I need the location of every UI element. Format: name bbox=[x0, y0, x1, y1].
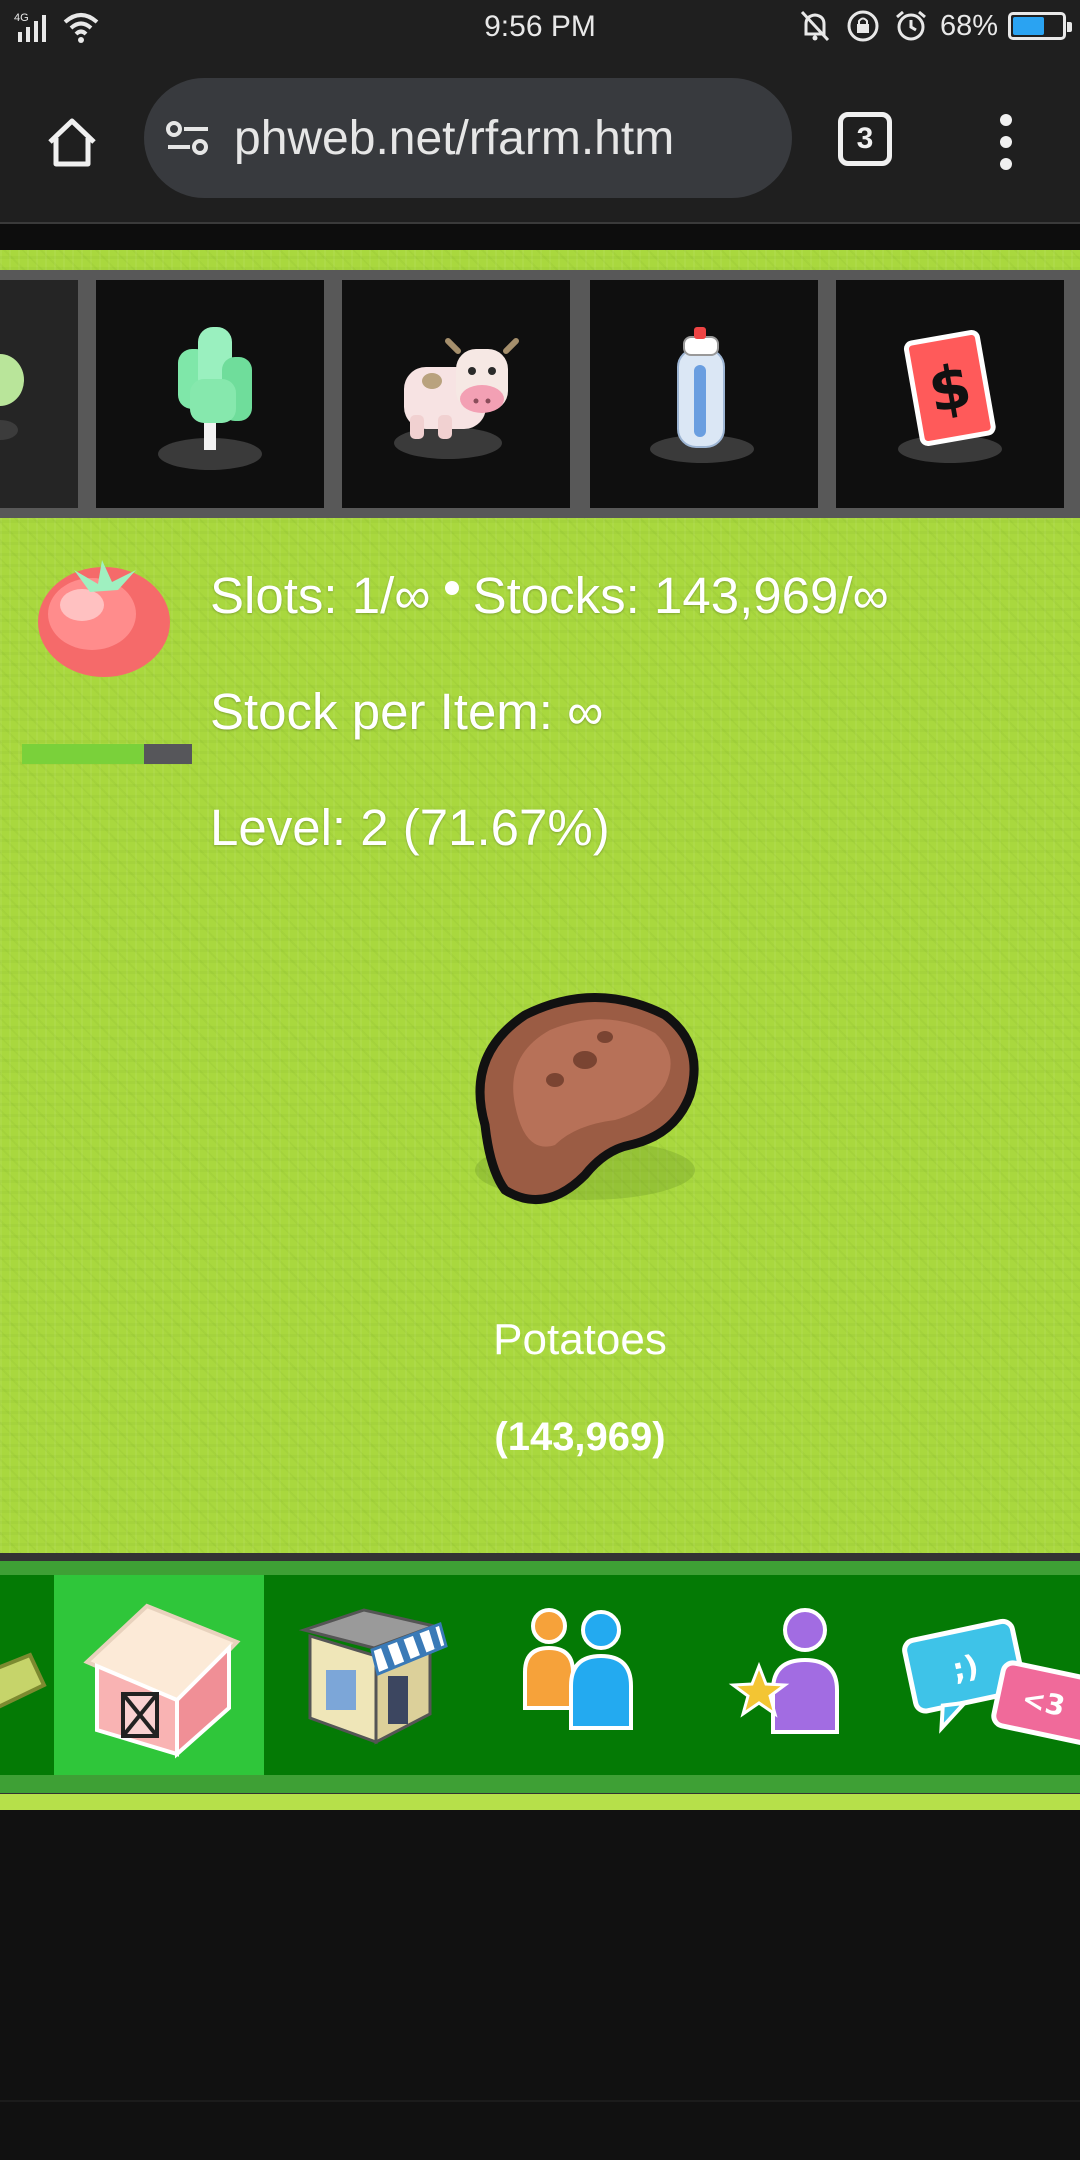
nav-item-map[interactable] bbox=[0, 1575, 54, 1775]
chat-icon: ;) <3 bbox=[902, 1618, 1080, 1746]
stock-per-item-text: Stock per Item: ∞ bbox=[210, 683, 604, 740]
friends-icon bbox=[523, 1608, 633, 1730]
barn-icon bbox=[83, 1603, 241, 1759]
status-right: 68% bbox=[796, 8, 1072, 44]
mute-icon bbox=[800, 10, 830, 42]
address-bar[interactable]: phweb.net/rfarm.htm bbox=[144, 78, 792, 198]
nav-item-profile[interactable] bbox=[684, 1575, 894, 1775]
nav-bar: ;) <3 bbox=[0, 1575, 1080, 1775]
dollar-card-icon: $ bbox=[898, 329, 1002, 463]
game-area: $ Slots: 1/∞ Stocks: 143,969/∞ Stock per … bbox=[0, 250, 1080, 1810]
nav-bottom-edge bbox=[0, 1794, 1080, 1810]
page-top-strip bbox=[0, 224, 1080, 250]
toolbar-item-sell[interactable]: $ bbox=[836, 280, 1064, 508]
site-settings-icon[interactable] bbox=[162, 112, 214, 164]
lock-rotation-icon bbox=[847, 10, 879, 42]
battery-percent: 68% bbox=[939, 9, 998, 42]
home-button[interactable] bbox=[36, 106, 108, 178]
item-toolbar: $ bbox=[0, 270, 1080, 518]
slots-text: Slots: 1/∞ bbox=[210, 567, 431, 624]
tomato-icon bbox=[38, 560, 170, 677]
nav-frame: ;) <3 bbox=[0, 1561, 1080, 1793]
page-bottom-area bbox=[0, 1810, 1080, 2160]
cow-icon bbox=[394, 338, 519, 459]
home-icon bbox=[48, 118, 96, 167]
toolbar-item-trees[interactable] bbox=[96, 280, 324, 508]
nav-item-friends[interactable] bbox=[474, 1575, 684, 1775]
toolbar-item-spray[interactable] bbox=[590, 280, 818, 508]
shop-icon bbox=[298, 1608, 448, 1745]
toolbar-item-animals[interactable] bbox=[342, 280, 570, 508]
stocks-text: Stocks: 143,969/∞ bbox=[472, 567, 889, 624]
battery-fill bbox=[1013, 17, 1045, 35]
item-count: (143,969) bbox=[494, 1415, 666, 1459]
level-text: Level: 2 (71.67%) bbox=[210, 799, 610, 856]
tabs-button[interactable]: 3 bbox=[838, 112, 892, 166]
status-bar: 4G 9:56 PM 68% bbox=[0, 0, 1080, 56]
star-user-icon bbox=[728, 1608, 839, 1734]
alarm-icon bbox=[895, 10, 926, 41]
more-menu-icon[interactable] bbox=[986, 114, 1026, 170]
spray-can-icon bbox=[650, 327, 754, 463]
nav-item-barn[interactable] bbox=[54, 1575, 264, 1775]
level-progress-bar bbox=[22, 744, 192, 764]
tab-count: 3 bbox=[856, 122, 874, 155]
slots-stocks-line: Slots: 1/∞ Stocks: 143,969/∞ bbox=[210, 566, 889, 625]
nav-item-shop[interactable] bbox=[264, 1575, 474, 1775]
separator-dot bbox=[444, 581, 459, 595]
bottom-separator bbox=[0, 2100, 1080, 2102]
level-progress-fill bbox=[22, 744, 144, 764]
nav-item-chat[interactable]: ;) <3 bbox=[894, 1575, 1080, 1775]
battery-icon bbox=[1008, 12, 1072, 40]
browser-toolbar: phweb.net/rfarm.htm 3 bbox=[0, 56, 1080, 224]
toolbar-item-partial[interactable] bbox=[0, 280, 78, 508]
potato-icon[interactable] bbox=[455, 985, 715, 1215]
bottom-nav: ;) <3 bbox=[0, 1553, 1080, 1801]
item-name: Potatoes bbox=[493, 1315, 667, 1364]
tree-icon bbox=[158, 327, 262, 470]
url-text[interactable]: phweb.net/rfarm.htm bbox=[234, 111, 674, 166]
plant-icon bbox=[0, 354, 24, 440]
map-icon bbox=[0, 1652, 47, 1709]
